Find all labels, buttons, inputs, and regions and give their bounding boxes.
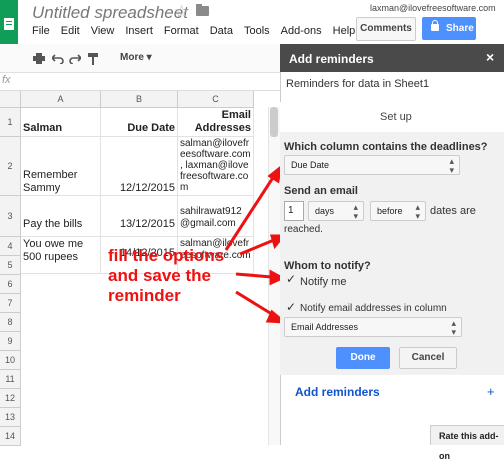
dates-are-text: dates are <box>430 205 476 217</box>
deadline-question: Which column contains the deadlines? <box>284 141 488 153</box>
notify-me-checkbox[interactable]: ✓ <box>286 273 296 285</box>
send-email-label: Send an email <box>284 185 358 197</box>
reached-text: reached. <box>284 224 323 235</box>
unit-select[interactable]: days <box>308 201 364 221</box>
select-arrows-icon <box>415 203 420 221</box>
annotation-text: fill the options and save the reminder <box>108 246 224 306</box>
panel-subtitle: Reminders for data in Sheet1 <box>286 78 430 90</box>
cancel-button[interactable]: Cancel <box>399 347 457 369</box>
close-icon[interactable]: × <box>486 49 494 65</box>
annotation-line: fill the options <box>108 246 225 265</box>
tab-setup-label[interactable]: Set up <box>380 111 412 123</box>
panel-title: Add reminders <box>289 52 374 66</box>
panel-header: Add reminders × <box>280 44 504 72</box>
email-column-select[interactable]: Email Addresses <box>284 317 462 337</box>
annotation-line: reminder <box>108 286 181 305</box>
setup-form: Which column contains the deadlines? Due… <box>280 132 504 375</box>
notify-email-checkbox[interactable]: ✓ <box>286 301 296 313</box>
unit-value: days <box>315 206 335 216</box>
done-button[interactable]: Done <box>336 347 390 369</box>
deadline-column-select[interactable]: Due Date <box>284 155 460 175</box>
timing-value: before <box>377 206 403 216</box>
annotation-line: and save the <box>108 266 211 285</box>
timing-select[interactable]: before <box>370 201 426 221</box>
notify-email-label[interactable]: Notify email addresses in column <box>300 303 447 314</box>
days-count-input[interactable]: 1 <box>284 201 304 221</box>
select-arrows-icon <box>449 157 454 175</box>
select-arrows-icon <box>353 203 358 221</box>
select-arrows-icon <box>451 319 456 337</box>
email-column-value: Email Addresses <box>291 322 359 332</box>
deadline-column-value: Due Date <box>291 160 330 170</box>
plus-icon[interactable]: + <box>487 384 495 399</box>
add-reminders-link[interactable]: Add reminders <box>295 385 380 399</box>
notify-question: Whom to notify? <box>284 260 371 272</box>
notify-me-label[interactable]: Notify me <box>300 276 346 288</box>
rate-addon-button[interactable]: Rate this add-on <box>430 425 504 461</box>
